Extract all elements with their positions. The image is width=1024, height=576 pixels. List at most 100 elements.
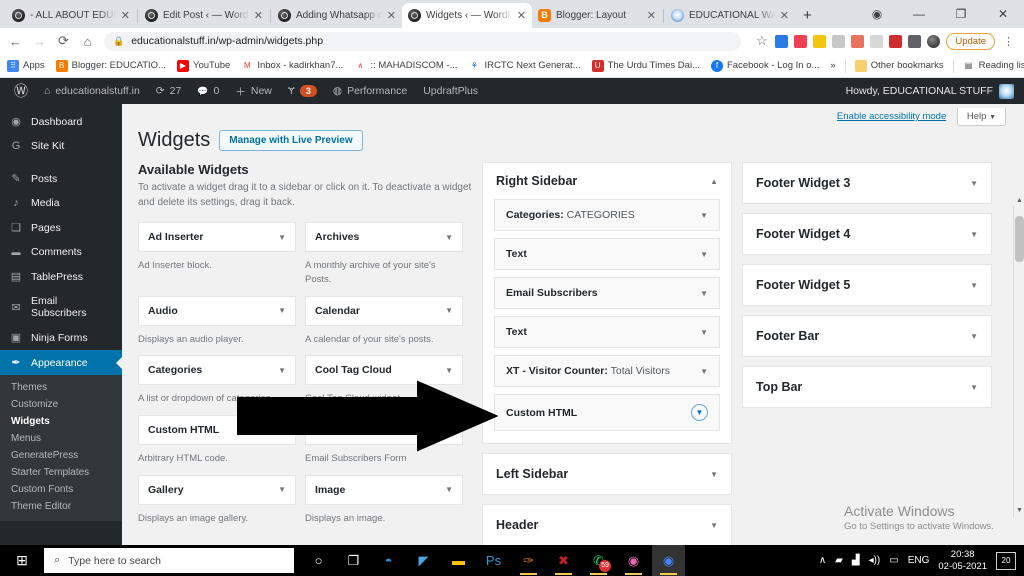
chevron-down-icon[interactable]: ▼ [700, 289, 708, 298]
submenu-item-theme-editor[interactable]: Theme Editor [0, 498, 122, 515]
reload-icon[interactable]: ⟳ [56, 33, 71, 49]
minimize-button[interactable]: — [898, 7, 940, 21]
available-widget-image[interactable]: Image ▼ Displays an image. [305, 475, 472, 526]
submenu-item-starter-templates[interactable]: Starter Templates [0, 464, 122, 481]
close-window-button[interactable]: ✕ [982, 7, 1024, 21]
chevron-down-icon[interactable]: ▼ [445, 306, 453, 315]
panel-header[interactable]: Top Bar ▼ [743, 367, 991, 407]
chevron-down-icon[interactable]: ▼ [970, 332, 978, 341]
extension-icon-2[interactable] [794, 35, 807, 48]
updates-menu[interactable]: ⟳ 27 [148, 78, 190, 104]
assigned-widget-email-subscribers[interactable]: Email Subscribers ▼ [494, 277, 720, 309]
chevron-down-icon[interactable]: ▼ [970, 383, 978, 392]
submenu-item-generatepress[interactable]: GeneratePress [0, 447, 122, 464]
site-name-menu[interactable]: ⌂ educationalstuff.in [36, 78, 148, 104]
extension-icon-7[interactable] [889, 35, 902, 48]
widget-card[interactable]: Custom HTML ▼ [138, 415, 296, 445]
available-widget-cool-tag-cloud[interactable]: Cool Tag Cloud ▼ Cool Tag Cloud widget. [305, 355, 472, 406]
wifi-icon[interactable]: ▰ [835, 555, 843, 566]
update-button[interactable]: Update [946, 33, 995, 50]
close-icon[interactable]: ✕ [387, 9, 396, 22]
chevron-down-icon[interactable]: ▼ [700, 328, 708, 337]
close-icon[interactable]: ✕ [780, 9, 789, 22]
available-widget-gallery[interactable]: Gallery ▼ Displays an image gallery. [138, 475, 305, 526]
panel-header[interactable]: Footer Widget 3 ▼ [743, 163, 991, 203]
chevron-down-icon[interactable]: ▼ [278, 485, 286, 494]
submenu-item-themes[interactable]: Themes [0, 379, 122, 396]
excel-icon[interactable]: ✖ [547, 545, 580, 576]
chevron-down-icon[interactable]: ▼ [970, 281, 978, 290]
sidebar-item-ninja-forms[interactable]: ▣ Ninja Forms [0, 325, 122, 350]
widget-card[interactable]: Image ▼ [305, 475, 463, 505]
widget-card[interactable]: Email Subscribers ▼ [305, 415, 463, 445]
chevron-down-icon[interactable]: ▼ [445, 485, 453, 494]
profile-avatar-icon[interactable] [927, 35, 940, 48]
assigned-widget-categories[interactable]: Categories: CATEGORIES ▼ [494, 199, 720, 231]
sidebar-item-site-kit[interactable]: G Site Kit [0, 134, 122, 158]
wordpress-logo-icon[interactable]: Ⓦ [6, 78, 36, 104]
chevron-down-icon[interactable]: ▼ [445, 366, 453, 375]
tray-chevron-icon[interactable]: ∧ [819, 555, 826, 566]
maximize-button[interactable]: ❐ [940, 7, 982, 21]
manage-live-preview-button[interactable]: Manage with Live Preview [219, 130, 362, 151]
bookmark-item-4[interactable]: ⚘ IRCTC Next Generat... [469, 60, 581, 72]
close-icon[interactable]: ✕ [517, 9, 526, 22]
extension-icon-5[interactable] [851, 35, 864, 48]
panel-header[interactable]: Header ▼ [483, 505, 731, 545]
browser-tab-1[interactable]: Edit Post ‹ — WordPre ✕ [139, 3, 269, 28]
bookmark-item-1[interactable]: ▶ YouTube [177, 60, 230, 72]
assigned-widget-text-1[interactable]: Text ▼ [494, 238, 720, 270]
whatsapp-icon[interactable]: ✆59 [582, 545, 615, 576]
extension-icon-3[interactable] [813, 35, 826, 48]
widget-card[interactable]: Ad Inserter ▼ [138, 222, 296, 252]
panel-header[interactable]: Right Sidebar ▲ [483, 163, 731, 199]
sidebar-item-dashboard[interactable]: ◉ Dashboard [0, 109, 122, 134]
widget-card[interactable]: Cool Tag Cloud ▼ [305, 355, 463, 385]
sidebar-item-posts[interactable]: ✎ Posts [0, 166, 122, 191]
panel-header[interactable]: Footer Widget 5 ▼ [743, 265, 991, 305]
howdy-menu[interactable]: Howdy, EDUCATIONAL STUFF [846, 84, 1024, 99]
yoast-seo-menu[interactable]: Ɏ 3 [280, 78, 325, 104]
forward-icon[interactable]: → [32, 34, 47, 49]
browser-tab-4[interactable]: Blogger: Layout ✕ [532, 3, 662, 28]
back-icon[interactable]: ← [8, 34, 23, 49]
chevron-down-icon[interactable]: ▼ [278, 426, 286, 435]
home-icon[interactable]: ⌂ [80, 34, 95, 49]
new-content-menu[interactable]: ＋ New [227, 78, 280, 104]
help-toggle-button[interactable]: Help ▼ [957, 108, 1006, 126]
chevron-down-icon-focused[interactable]: ▼ [691, 404, 708, 421]
sidebar-item-comments[interactable]: ▬ Comments [0, 240, 122, 264]
cortana-icon[interactable]: ○ [302, 545, 335, 576]
bookmark-star-icon[interactable]: ☆ [754, 33, 769, 49]
start-button-icon[interactable]: ⊞ [0, 552, 44, 569]
inpage-icon[interactable]: ✑ [512, 545, 545, 576]
chevron-down-icon[interactable]: ▼ [710, 470, 718, 479]
browser-tab-5[interactable]: EDUCATIONAL WAYS ✕ [665, 3, 795, 28]
bookmark-item-5[interactable]: U The Urdu Times Dai... [592, 60, 700, 72]
clock[interactable]: 20:38 02-05-2021 [938, 549, 987, 573]
chevron-down-icon[interactable]: ▼ [278, 306, 286, 315]
widget-card[interactable]: Archives ▼ [305, 222, 463, 252]
network-icon[interactable]: ▟ [852, 555, 860, 566]
bookmark-item-2[interactable]: M Inbox - kadirkhan7... [241, 60, 343, 72]
task-view-icon[interactable]: ❐ [337, 545, 370, 576]
submenu-item-widgets[interactable]: Widgets [0, 413, 122, 430]
sidebar-item-appearance[interactable]: ✒ Appearance [0, 350, 122, 375]
panel-header[interactable]: Footer Bar ▼ [743, 316, 991, 356]
chevron-up-icon[interactable]: ▲ [710, 177, 718, 186]
panel-header[interactable]: Left Sidebar ▼ [483, 454, 731, 494]
widget-card[interactable]: Gallery ▼ [138, 475, 296, 505]
close-icon[interactable]: ✕ [647, 9, 656, 22]
profile-icon[interactable]: ◉ [856, 7, 898, 21]
close-icon[interactable]: ✕ [254, 9, 263, 22]
assigned-widget-text-2[interactable]: Text ▼ [494, 316, 720, 348]
available-widget-email-subscribers[interactable]: Email Subscribers ▼ Email Subscribers Fo… [305, 415, 472, 466]
chevron-down-icon[interactable]: ▼ [278, 366, 286, 375]
bookmark-item-6[interactable]: f Facebook - Log In o... [711, 60, 819, 72]
chrome-icon[interactable]: ◉ [652, 545, 685, 576]
available-widget-categories[interactable]: Categories ▼ A list or dropdown of categ… [138, 355, 305, 406]
chevron-down-icon[interactable]: ▼ [970, 179, 978, 188]
bookmark-item-0[interactable]: B Blogger: EDUCATIO... [56, 60, 166, 72]
chrome-menu-icon[interactable]: ⋮ [1001, 35, 1016, 48]
chevron-down-icon[interactable]: ▼ [700, 250, 708, 259]
